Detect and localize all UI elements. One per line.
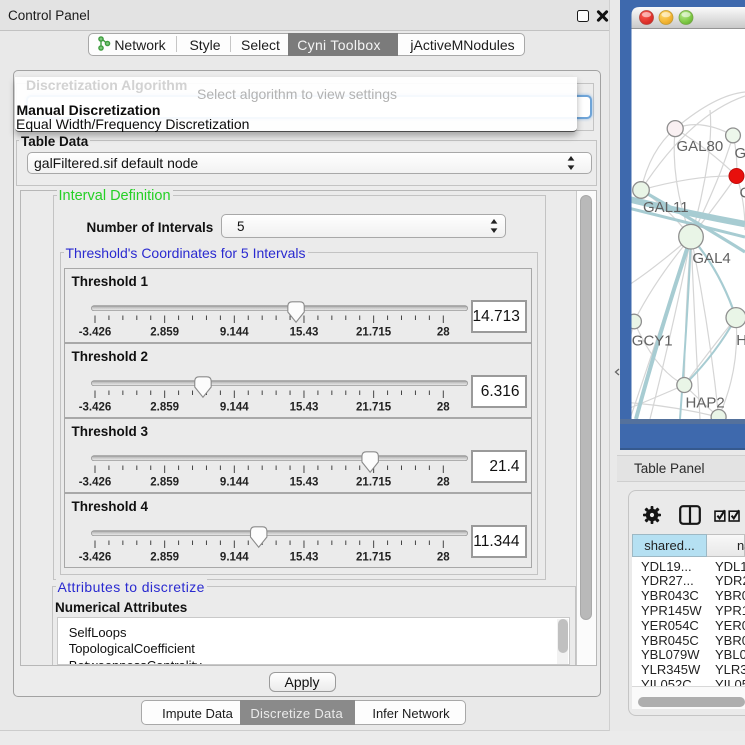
svg-text:GAL: GAL [735,145,745,162]
svg-text:2.859: 2.859 [150,327,179,339]
svg-text:GCY1: GCY1 [632,333,673,350]
svg-text:GAL4: GAL4 [692,250,730,267]
svg-text:HAP2: HAP2 [686,394,725,411]
svg-text:21.715: 21.715 [356,552,392,564]
svg-text:-3.426: -3.426 [78,327,111,339]
svg-text:15.43: 15.43 [289,552,318,564]
svg-text:H: H [736,332,745,349]
svg-text:9.144: 9.144 [219,327,248,339]
svg-text:C: C [740,185,745,202]
svg-text:28: 28 [436,402,449,414]
svg-text:21.715: 21.715 [356,477,392,489]
svg-text:-3.426: -3.426 [78,477,111,489]
svg-text:21.715: 21.715 [356,327,392,339]
svg-text:28: 28 [436,327,449,339]
svg-text:15.43: 15.43 [289,402,318,414]
svg-text:21.715: 21.715 [356,402,392,414]
svg-text:2.859: 2.859 [150,402,179,414]
svg-text:-3.426: -3.426 [78,552,111,564]
svg-text:28: 28 [436,477,449,489]
svg-text:9.144: 9.144 [219,477,248,489]
svg-text:-3.426: -3.426 [78,402,111,414]
svg-text:15.43: 15.43 [289,327,318,339]
svg-text:2.859: 2.859 [150,552,179,564]
svg-text:GAL11: GAL11 [643,199,689,216]
svg-text:9.144: 9.144 [219,552,248,564]
svg-text:28: 28 [436,552,449,564]
svg-text:2.859: 2.859 [150,477,179,489]
svg-text:GAL80: GAL80 [677,138,724,155]
svg-text:9.144: 9.144 [219,402,248,414]
svg-text:15.43: 15.43 [289,477,318,489]
